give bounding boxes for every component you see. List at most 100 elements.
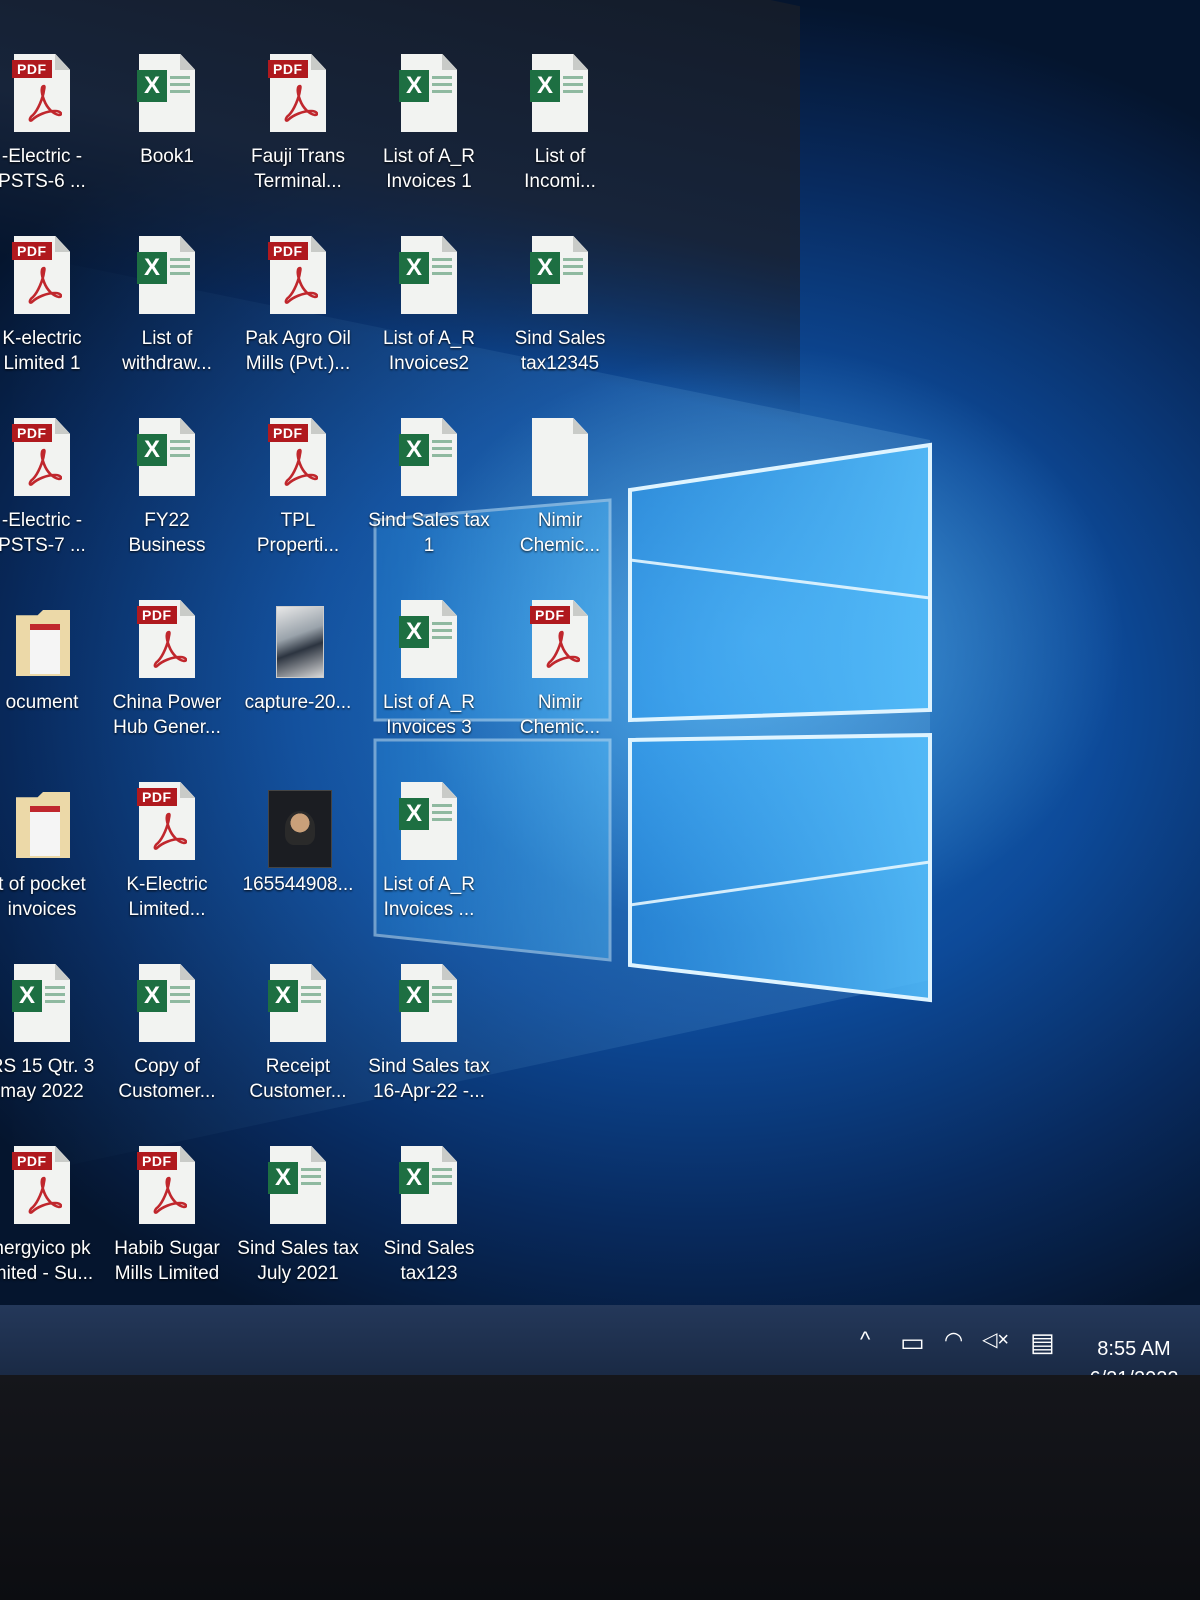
label-line-2: may 2022 bbox=[0, 1081, 84, 1102]
desktop-icon-excel[interactable]: X List of A_R Invoices ... bbox=[367, 778, 491, 948]
pdf-file-icon: PDF bbox=[268, 54, 328, 134]
label-line-1: Sind Sales tax bbox=[237, 1238, 359, 1259]
excel-file-icon: X bbox=[268, 1146, 328, 1226]
wifi-icon[interactable]: ◠ bbox=[944, 1327, 963, 1353]
desktop-icon-excel[interactable]: X Sind Sales tax123 bbox=[367, 1142, 491, 1312]
blank-file-icon bbox=[530, 418, 590, 498]
desktop-icon-excel[interactable]: X RS 15 Qtr. 3 may 2022 bbox=[0, 960, 104, 1130]
label-line-2: tax12345 bbox=[520, 353, 600, 374]
label-line-1: List of bbox=[141, 328, 193, 349]
excel-file-icon: X bbox=[530, 54, 590, 134]
desktop-icon-label: 165544908... bbox=[233, 872, 363, 897]
desktop-icon-pdf[interactable]: PDF TPL Properti... bbox=[236, 414, 360, 584]
speaker-muted-icon[interactable]: ◁× bbox=[982, 1327, 1009, 1352]
desktop-icon-label: List of withdraw... bbox=[102, 326, 232, 376]
clock-time[interactable]: 8:55 AM bbox=[1084, 1338, 1184, 1361]
desktop-icon-label: Fauji Trans Terminal... bbox=[233, 144, 363, 194]
chevron-up-icon[interactable]: ^ bbox=[860, 1327, 870, 1353]
pdf-file-icon: PDF bbox=[12, 418, 72, 498]
folder-icon bbox=[12, 782, 72, 862]
label-line-1: List of A_R bbox=[383, 146, 475, 167]
pdf-badge: PDF bbox=[12, 60, 52, 78]
label-line-1: FY22 bbox=[144, 510, 190, 531]
desktop-icon-excel[interactable]: X List of withdraw... bbox=[105, 232, 229, 402]
desktop-icon-label: Sind Sales tax 1 bbox=[364, 508, 494, 558]
desktop-icon-excel[interactable]: X Receipt Customer... bbox=[236, 960, 360, 1130]
desktop-icon-label: Book1 bbox=[102, 144, 232, 169]
image-file-icon bbox=[268, 600, 328, 680]
desktop-icon-pdf[interactable]: PDF -Electric - PSTS-7 ... bbox=[0, 414, 104, 584]
excel-file-icon: X bbox=[399, 418, 459, 498]
desktop-icon-pdf[interactable]: PDF K-Electric Limited... bbox=[105, 778, 229, 948]
desktop-icon-label: Habib Sugar Mills Limited bbox=[102, 1236, 232, 1286]
pdf-badge: PDF bbox=[12, 242, 52, 260]
excel-x-badge: X bbox=[399, 252, 429, 284]
acrobat-icon bbox=[28, 266, 62, 304]
desktop-icon-excel[interactable]: X Sind Sales tax 16-Apr-22 -... bbox=[367, 960, 491, 1130]
desktop-icon-image[interactable]: capture-20... bbox=[236, 596, 360, 766]
battery-icon[interactable]: ▭ bbox=[900, 1327, 925, 1358]
acrobat-icon bbox=[284, 448, 318, 486]
acrobat-icon bbox=[153, 630, 187, 668]
desktop-icon-label: Receipt Customer... bbox=[233, 1054, 363, 1104]
label-line-1: 165544908... bbox=[242, 874, 354, 895]
pdf-file-icon: PDF bbox=[268, 236, 328, 316]
folder-icon bbox=[12, 600, 72, 680]
excel-x-badge: X bbox=[399, 980, 429, 1012]
label-line-1: -Electric - bbox=[1, 146, 83, 167]
excel-x-badge: X bbox=[268, 980, 298, 1012]
label-line-2: Incomi... bbox=[524, 171, 596, 192]
desktop-icon-pdf[interactable]: PDF K-electric Limited 1 bbox=[0, 232, 104, 402]
pdf-badge: PDF bbox=[268, 242, 308, 260]
label-line-2: Properti... bbox=[256, 535, 340, 556]
desktop-icon-pdf[interactable]: PDF Pak Agro Oil Mills (Pvt.)... bbox=[236, 232, 360, 402]
label-line-1: List of A_R bbox=[383, 328, 475, 349]
excel-file-icon: X bbox=[12, 964, 72, 1044]
desktop-icon-excel[interactable]: X Copy of Customer... bbox=[105, 960, 229, 1130]
label-line-2: Invoices 1 bbox=[386, 171, 472, 192]
label-line-1: Nimir bbox=[537, 692, 583, 713]
desktop-icon-folder[interactable]: t of pocket invoices bbox=[0, 778, 104, 948]
acrobat-icon bbox=[153, 1176, 187, 1214]
pdf-file-icon: PDF bbox=[12, 236, 72, 316]
desktop-icon-blank[interactable]: Nimir Chemic... bbox=[498, 414, 622, 584]
desktop-icon-folder[interactable]: ocument bbox=[0, 596, 104, 766]
desktop-icon-pdf[interactable]: PDF -Electric - PSTS-6 ... bbox=[0, 50, 104, 220]
acrobat-icon bbox=[28, 1176, 62, 1214]
desktop-icon-excel[interactable]: X List of A_R Invoices 3 bbox=[367, 596, 491, 766]
pdf-badge: PDF bbox=[268, 60, 308, 78]
desktop-icon-excel[interactable]: X FY22 Business bbox=[105, 414, 229, 584]
desktop-icon-pdf[interactable]: PDF Habib Sugar Mills Limited bbox=[105, 1142, 229, 1312]
excel-x-badge: X bbox=[530, 252, 560, 284]
pdf-file-icon: PDF bbox=[268, 418, 328, 498]
desktop-icon-excel[interactable]: X List of A_R Invoices 1 bbox=[367, 50, 491, 220]
desktop-icon-label: Sind Sales tax123 bbox=[364, 1236, 494, 1286]
label-line-2: Customer... bbox=[118, 1081, 216, 1102]
desktop-icon-excel[interactable]: X Sind Sales tax July 2021 bbox=[236, 1142, 360, 1312]
desktop-icon-label: List of Incomi... bbox=[495, 144, 625, 194]
desktop-icon-photo[interactable]: 165544908... bbox=[236, 778, 360, 948]
excel-file-icon: X bbox=[399, 1146, 459, 1226]
desktop-icon-excel[interactable]: X Book1 bbox=[105, 50, 229, 220]
desktop-icon-label: K-electric Limited 1 bbox=[0, 326, 107, 376]
desktop-icon-label: K-Electric Limited... bbox=[102, 872, 232, 922]
desktop-icon-excel[interactable]: X List of Incomi... bbox=[498, 50, 622, 220]
desktop-icon-pdf[interactable]: PDF Nimir Chemic... bbox=[498, 596, 622, 766]
label-line-2: 1 bbox=[423, 535, 435, 556]
photo-file-icon bbox=[268, 782, 332, 868]
action-center-icon[interactable]: ▤ bbox=[1030, 1327, 1055, 1358]
label-line-2: invoices bbox=[7, 899, 77, 920]
desktop-icon-excel[interactable]: X Sind Sales tax12345 bbox=[498, 232, 622, 402]
label-line-2: mited - Su... bbox=[0, 1263, 94, 1284]
desktop-icon-excel[interactable]: X Sind Sales tax 1 bbox=[367, 414, 491, 584]
excel-x-badge: X bbox=[137, 252, 167, 284]
desktop-icon-pdf[interactable]: PDF nergyico pk mited - Su... bbox=[0, 1142, 104, 1312]
desktop-icon-pdf[interactable]: PDF China Power Hub Gener... bbox=[105, 596, 229, 766]
excel-file-icon: X bbox=[137, 418, 197, 498]
desktop[interactable]: PDF -Electric - PSTS-6 ... X Book1 PDF Fauji T… bbox=[0, 0, 1200, 1335]
label-line-2: Invoices2 bbox=[388, 353, 470, 374]
label-line-1: Copy of bbox=[134, 1056, 200, 1077]
desktop-icon-pdf[interactable]: PDF Fauji Trans Terminal... bbox=[236, 50, 360, 220]
desktop-icon-excel[interactable]: X List of A_R Invoices2 bbox=[367, 232, 491, 402]
desktop-icon-label: Sind Sales tax July 2021 bbox=[233, 1236, 363, 1286]
